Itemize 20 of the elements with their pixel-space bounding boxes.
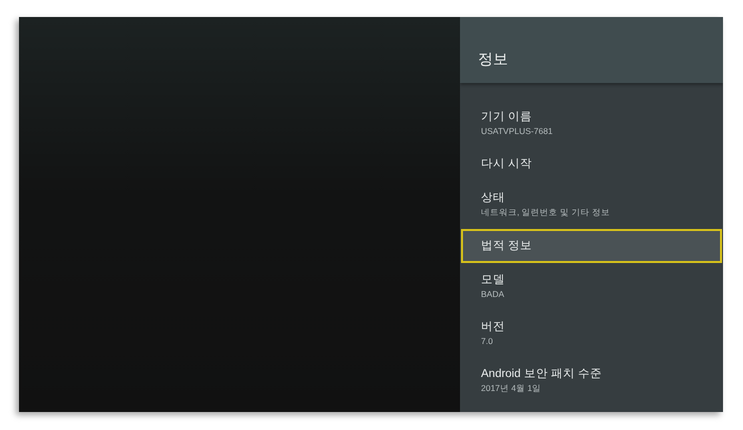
setting-item[interactable]: 기기 이름 USATVPLUS-7681 xyxy=(461,100,722,147)
setting-item[interactable]: 다시 시작 xyxy=(461,147,722,181)
item-title: 모델 xyxy=(481,273,506,288)
setting-item[interactable]: 모델 BADA xyxy=(461,263,722,310)
setting-item[interactable]: 버전 7.0 xyxy=(461,310,722,357)
item-subtitle: 2017년 4월 1일 xyxy=(481,382,542,395)
item-subtitle: USATVPLUS-7681 xyxy=(481,125,554,138)
setting-item[interactable]: 법적 정보 xyxy=(461,229,722,263)
item-title: 법적 정보 xyxy=(481,239,534,254)
setting-item[interactable]: Android 보안 패치 수준 2017년 4월 1일 xyxy=(461,357,722,404)
item-title: 다시 시작 xyxy=(481,157,534,172)
item-title: 기기 이름 xyxy=(481,110,534,125)
item-subtitle: 7.0 xyxy=(481,335,494,348)
item-title: 버전 xyxy=(481,320,506,335)
item-subtitle: BADA xyxy=(481,288,506,301)
panel-title: 정보 xyxy=(478,50,508,69)
item-title: 상태 xyxy=(481,191,506,206)
item-title: Android 보안 패치 수준 xyxy=(481,367,604,382)
setting-item[interactable]: 상태 네트워크, 일련번호 및 기타 정보 xyxy=(461,181,722,228)
item-subtitle: 네트워크, 일련번호 및 기타 정보 xyxy=(481,206,611,219)
